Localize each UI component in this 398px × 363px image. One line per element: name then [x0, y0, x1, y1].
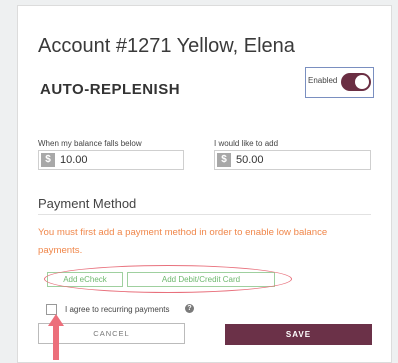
add-amount-input[interactable] — [236, 152, 336, 168]
page-title: Account #1271 Yellow, Elena — [38, 35, 295, 57]
dollar-icon: $ — [41, 153, 55, 167]
balance-threshold-input[interactable] — [60, 152, 160, 168]
arrow-up-icon — [48, 314, 64, 360]
enabled-toggle[interactable]: Enabled — [305, 67, 374, 98]
dollar-icon: $ — [217, 153, 231, 167]
question-circle-icon[interactable]: ? — [185, 304, 194, 313]
add-echeck-button[interactable]: Add eCheck — [47, 272, 123, 287]
toggle-switch[interactable] — [341, 73, 371, 91]
add-card-button[interactable]: Add Debit/Credit Card — [127, 272, 275, 287]
toggle-label: Enabled — [308, 76, 338, 85]
save-button[interactable]: SAVE — [225, 324, 372, 345]
add-amount-field[interactable]: $ — [214, 150, 371, 170]
toggle-knob — [355, 75, 369, 89]
balance-threshold-label: When my balance falls below — [38, 139, 142, 148]
add-amount-label: I would like to add — [214, 139, 279, 148]
payment-method-title: Payment Method — [38, 196, 137, 211]
auto-replenish-card: Account #1271 Yellow, Elena AUTO-REPLENI… — [17, 5, 392, 363]
balance-threshold-field[interactable]: $ — [38, 150, 184, 170]
payment-warning: You must first add a payment method in o… — [38, 227, 328, 256]
agree-label: I agree to recurring payments — [65, 305, 170, 314]
section-heading: AUTO-REPLENISH — [40, 81, 181, 98]
divider — [38, 214, 371, 215]
